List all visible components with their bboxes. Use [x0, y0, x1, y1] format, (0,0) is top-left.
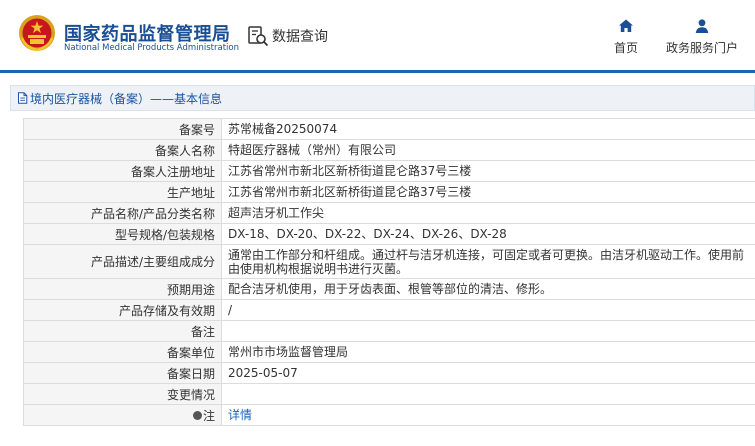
field-value: 通常由工作部分和杆组成。通过杆与洁牙机连接，可固定或者可更换。由洁牙机驱动工作。…	[228, 247, 745, 276]
header-divider	[0, 70, 755, 73]
table-row: 预期用途 配合洁牙机使用，用于牙齿表面、根管等部位的清洁、修形。	[24, 279, 755, 300]
field-label: 产品存储及有效期	[24, 300, 222, 320]
field-value: 超声洁牙机工作尖	[228, 206, 325, 220]
table-row: 备案人注册地址 江苏省常州市新北区新桥街道昆仑路37号三楼	[24, 161, 755, 182]
field-value: DX-18、DX-20、DX-22、DX-24、DX-26、DX-28	[228, 227, 507, 241]
field-label: 生产地址	[24, 182, 222, 202]
details-link[interactable]: 详情	[228, 408, 252, 422]
field-value: 2025-05-07	[228, 366, 298, 380]
field-value: 详情	[222, 405, 755, 425]
table-row: 备案人名称 特超医疗器械（常州）有限公司	[24, 140, 755, 161]
field-label: 备案人名称	[24, 140, 222, 160]
field-label: 注	[202, 408, 215, 423]
nav-home[interactable]: 首页	[609, 18, 643, 56]
nav-home-label: 首页	[613, 41, 638, 55]
field-value: 江苏省常州市新北区新桥街道昆仑路37号三楼	[228, 185, 472, 199]
field-label: 变更情况	[24, 384, 222, 404]
field-value: 特超医疗器械（常州）有限公司	[228, 143, 397, 157]
breadcrumb-text: 境内医疗器械（备案）——基本信息	[30, 91, 223, 106]
data-query-label: 数据查询	[272, 29, 328, 45]
field-label: 产品名称/产品分类名称	[24, 203, 222, 223]
field-value: 江苏省常州市新北区新桥街道昆仑路37号三楼	[228, 164, 472, 178]
field-value	[222, 321, 755, 341]
note-bullet-icon	[192, 410, 202, 420]
table-row: 备注	[24, 321, 755, 342]
field-label: 备案单位	[24, 342, 222, 362]
field-value: /	[228, 303, 233, 317]
table-row: 备案单位 常州市市场监督管理局	[24, 342, 755, 363]
field-label: 备案人注册地址	[24, 161, 222, 181]
field-label: 备案号	[24, 119, 222, 139]
nav-service-portal-label: 政务服务门户	[665, 41, 738, 55]
field-value	[222, 384, 755, 404]
user-icon	[695, 19, 709, 33]
field-label: 型号规格/包装规格	[24, 224, 222, 244]
home-icon	[619, 19, 633, 32]
data-query-link[interactable]: 数据查询	[247, 24, 328, 48]
document-icon	[18, 92, 28, 104]
breadcrumb: 境内医疗器械（备案）——基本信息	[10, 85, 755, 111]
note-label: 注	[24, 405, 222, 425]
record-detail-table: 备案号 苏常械备20250074 备案人名称 特超医疗器械（常州）有限公司 备案…	[23, 118, 755, 426]
table-row: 产品名称/产品分类名称 超声洁牙机工作尖	[24, 203, 755, 224]
field-label: 产品描述/主要组成成分	[24, 245, 222, 278]
table-row: 注 详情	[24, 405, 755, 426]
data-query-icon	[248, 26, 269, 47]
field-value: 苏常械备20250074	[228, 122, 338, 136]
field-label: 备案日期	[24, 363, 222, 383]
table-row: 生产地址 江苏省常州市新北区新桥街道昆仑路37号三楼	[24, 182, 755, 203]
national-emblem-icon	[19, 15, 55, 52]
table-row: 型号规格/包装规格 DX-18、DX-20、DX-22、DX-24、DX-26、…	[24, 224, 755, 245]
field-value: 配合洁牙机使用，用于牙齿表面、根管等部位的清洁、修形。	[228, 282, 553, 296]
table-row: 产品描述/主要组成成分 通常由工作部分和杆组成。通过杆与洁牙机连接，可固定或者可…	[24, 245, 755, 279]
field-label: 预期用途	[24, 279, 222, 299]
field-label: 备注	[24, 321, 222, 341]
nav-service-portal[interactable]: 政务服务门户	[662, 18, 742, 56]
table-row: 备案日期 2025-05-07	[24, 363, 755, 384]
table-row: 备案号 苏常械备20250074	[24, 119, 755, 140]
org-name-en: National Medical Products Administration	[64, 43, 239, 53]
table-row: 产品存储及有效期 /	[24, 300, 755, 321]
table-row: 变更情况	[24, 384, 755, 405]
site-header: 国家药品监督管理局 National Medical Products Admi…	[0, 0, 755, 73]
field-value: 常州市市场监督管理局	[228, 345, 349, 359]
